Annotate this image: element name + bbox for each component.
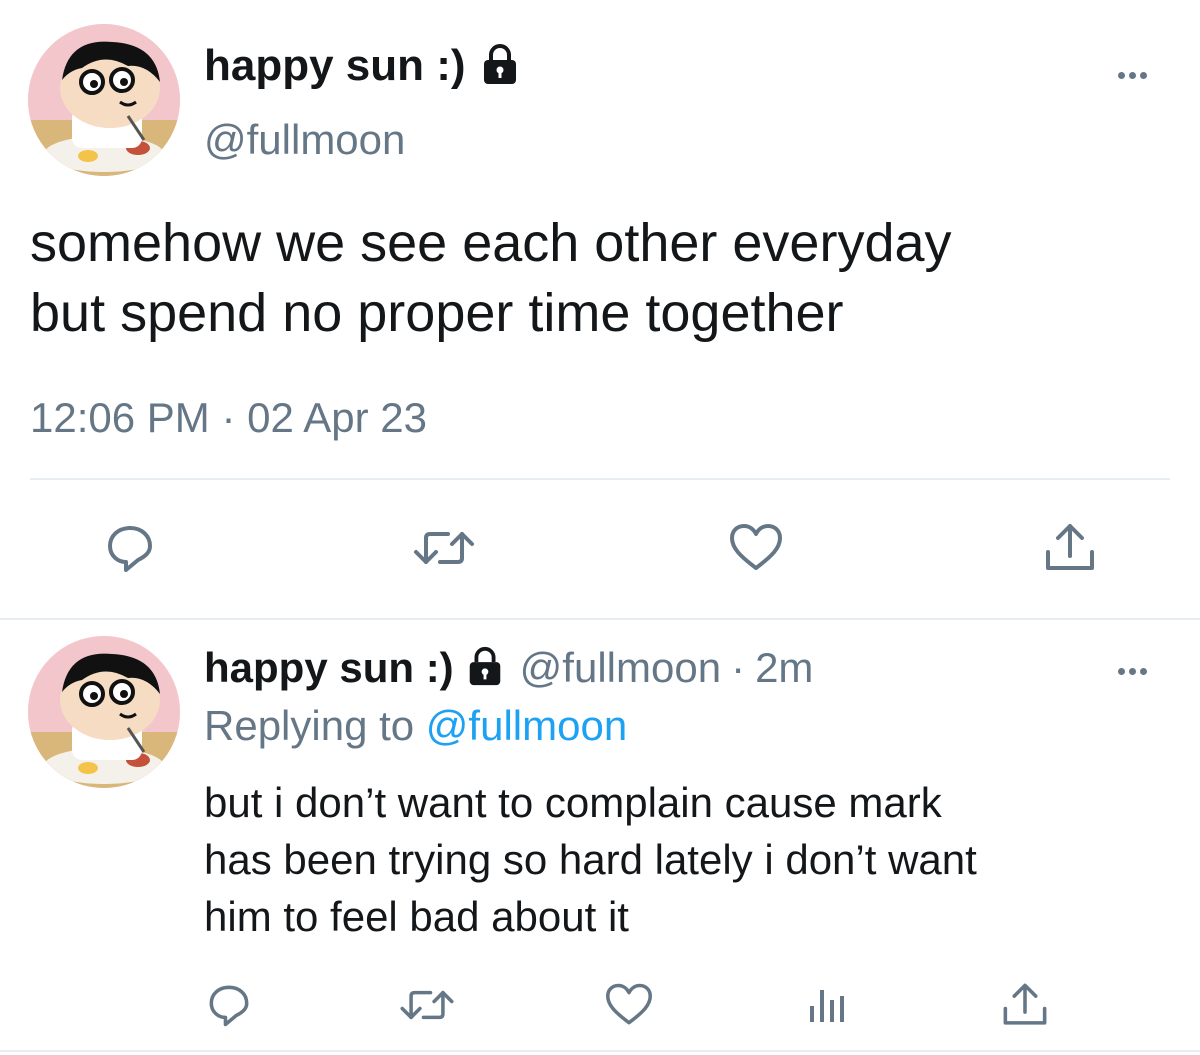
more-options-icon[interactable]: [1118, 66, 1162, 80]
avatar[interactable]: [28, 24, 180, 176]
tweet-text-line: but spend no proper time together: [30, 283, 844, 343]
retweet-icon[interactable]: [398, 982, 456, 1033]
retweet-icon[interactable]: [412, 522, 476, 579]
like-icon[interactable]: [728, 522, 784, 579]
tweet-text-line: him to feel bad about it: [204, 893, 629, 940]
tweet-text-line: somehow we see each other everyday: [30, 213, 952, 273]
lock-icon: [478, 42, 522, 91]
author-row: happy sun :): [204, 40, 522, 92]
avatar[interactable]: [28, 636, 180, 788]
like-icon[interactable]: [604, 982, 654, 1033]
tweet-text: somehow we see each other everyday but s…: [30, 208, 952, 348]
replying-to-label: Replying to: [204, 702, 415, 749]
avatar-image: [28, 24, 180, 176]
reply-icon[interactable]: [104, 522, 156, 579]
reply-icon[interactable]: [206, 982, 252, 1033]
tweet-age[interactable]: 2m: [755, 644, 813, 692]
divider: [30, 478, 1170, 480]
divider: [0, 1050, 1200, 1052]
handle[interactable]: @fullmoon: [204, 116, 405, 164]
avatar-image: [28, 636, 180, 788]
separator: ·: [221, 394, 236, 441]
author-row: happy sun :) @fullmoon · 2m: [204, 642, 813, 694]
tweet-text-line: has been trying so hard lately i don’t w…: [204, 836, 977, 883]
tweet-text-line: but i don’t want to complain cause mark: [204, 779, 942, 826]
analytics-icon[interactable]: [806, 984, 848, 1031]
timestamp-row: 12:06 PM · 02 Apr 23: [30, 394, 427, 442]
share-icon[interactable]: [1042, 520, 1098, 581]
handle[interactable]: @fullmoon: [520, 644, 721, 692]
replying-to: Replying to @fullmoon: [204, 702, 627, 750]
share-icon[interactable]: [1000, 980, 1050, 1035]
replying-to-handle[interactable]: @fullmoon: [426, 702, 627, 749]
separator: ·: [731, 644, 746, 691]
tweet-date[interactable]: 02 Apr 23: [247, 394, 427, 441]
tweet-text: but i don’t want to complain cause mark …: [204, 774, 977, 945]
more-options-icon[interactable]: [1118, 662, 1162, 676]
display-name[interactable]: happy sun :): [204, 41, 466, 91]
display-name[interactable]: happy sun :): [204, 644, 454, 692]
divider: [0, 618, 1200, 620]
tweet-time[interactable]: 12:06 PM: [30, 394, 210, 441]
lock-icon: [464, 645, 506, 692]
